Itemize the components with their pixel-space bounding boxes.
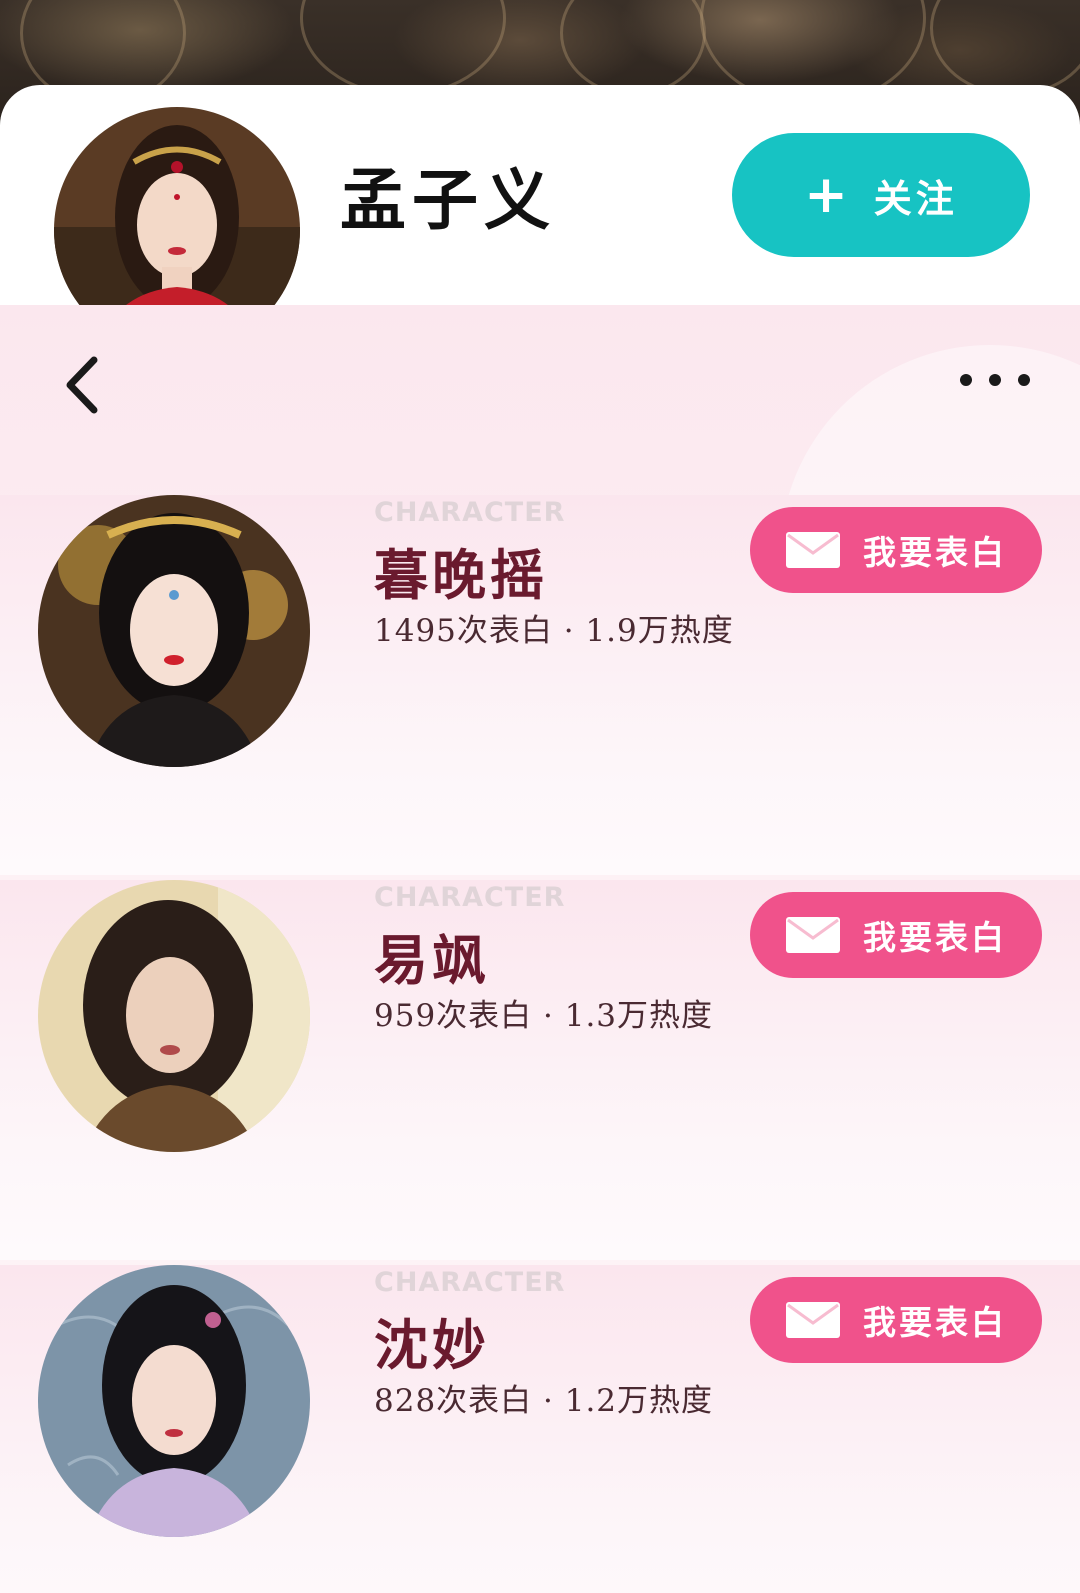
character-stats: 1495次表白 · 1.9万热度 (374, 613, 734, 649)
character-avatar[interactable] (38, 1265, 310, 1537)
confess-button[interactable]: 我要表白 (750, 507, 1042, 593)
confess-button-label: 我要表白 (863, 1303, 1007, 1342)
character-card: CHARACTER 沈妙 828次表白 · 1.2万热度 我要表白 (0, 1265, 1080, 1593)
character-avatar[interactable] (38, 880, 310, 1152)
follow-button-label: 关注 (873, 175, 958, 221)
plus-icon: + (804, 165, 852, 225)
confess-button-label: 我要表白 (863, 533, 1007, 572)
character-name: 易飒 (374, 928, 490, 992)
more-dots-icon[interactable] (960, 365, 1030, 395)
character-card: CHARACTER 易飒 959次表白 · 1.3万热度 我要表白 (0, 880, 1080, 1260)
character-list-section: CHARACTER 暮晚摇 1495次表白 · 1.9万热度 我要表白 CHAR… (0, 305, 1080, 1593)
character-name: 暮晚摇 (374, 543, 548, 607)
character-stats: 828次表白 · 1.2万热度 (374, 1383, 714, 1419)
confess-button-label: 我要表白 (863, 918, 1007, 957)
character-stats: 959次表白 · 1.3万热度 (374, 998, 714, 1034)
chevron-left-icon[interactable] (58, 350, 108, 420)
mail-icon (786, 917, 840, 953)
mail-icon (786, 1302, 840, 1338)
profile-name: 孟子义 (340, 161, 556, 239)
character-card: CHARACTER 暮晚摇 1495次表白 · 1.9万热度 我要表白 (0, 495, 1080, 875)
character-avatar[interactable] (38, 495, 310, 767)
confess-button[interactable]: 我要表白 (750, 892, 1042, 978)
confess-button[interactable]: 我要表白 (750, 1277, 1042, 1363)
character-tag: CHARACTER (374, 1267, 566, 1298)
follow-button[interactable]: + 关注 (732, 133, 1030, 257)
character-tag: CHARACTER (374, 882, 566, 913)
character-name: 沈妙 (374, 1313, 490, 1377)
mail-icon (786, 532, 840, 568)
profile-page: 孟子义 + 关注 CHARACTER 暮晚摇 1495次表白 · 1.9万热度 … (0, 0, 1080, 1593)
profile-header: 孟子义 + 关注 (0, 85, 1080, 357)
character-tag: CHARACTER (374, 497, 566, 528)
